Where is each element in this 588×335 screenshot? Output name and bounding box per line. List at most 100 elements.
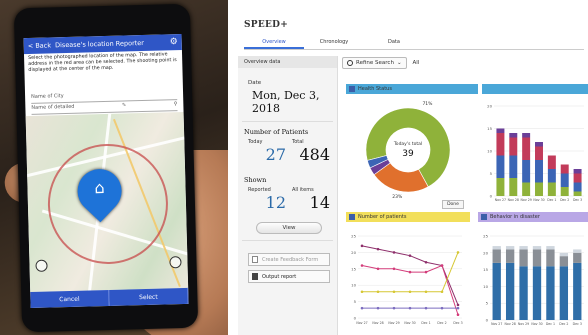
bar-segment bbox=[547, 169, 556, 183]
refine-search-dropdown[interactable]: Refine Search ⌄ bbox=[342, 57, 407, 69]
search-icon bbox=[347, 60, 353, 66]
date-value: Mon, Dec 3, 2018 bbox=[252, 89, 320, 115]
y-tick-label: 25 bbox=[483, 234, 488, 239]
gear-icon[interactable]: ⚙ bbox=[170, 37, 178, 47]
bar-segment bbox=[496, 133, 505, 156]
bar-segment bbox=[496, 128, 505, 133]
x-tick-label: Nov 30 bbox=[533, 198, 544, 202]
x-tick-label: Dec 3 bbox=[573, 198, 582, 202]
output-report-button[interactable]: Output report bbox=[248, 270, 330, 283]
bar-segment bbox=[509, 178, 518, 196]
bar-segment bbox=[573, 182, 582, 192]
shown-reported-value: 12 bbox=[265, 193, 286, 212]
patients-counts: Today 27 Total 484 bbox=[238, 139, 337, 164]
app-brand: SPEED+ bbox=[244, 20, 289, 30]
phone-description: Select the photographed location of the … bbox=[28, 52, 177, 73]
x-tick-label: Dec 2 bbox=[559, 322, 568, 326]
bar-segment bbox=[522, 137, 531, 160]
data-point bbox=[376, 267, 380, 271]
data-point bbox=[424, 290, 428, 294]
phone-screen: < Back Disease's location Reporter ⚙ Sel… bbox=[23, 33, 189, 309]
house-icon: ⌂ bbox=[94, 178, 105, 198]
x-tick-label: Nov 27 bbox=[495, 198, 506, 202]
bar-segment bbox=[559, 252, 569, 257]
create-feedback-button[interactable]: Create Feedback Form bbox=[248, 253, 330, 266]
done-button[interactable]: Done bbox=[442, 200, 464, 209]
smartphone: < Back Disease's location Reporter ⚙ Sel… bbox=[13, 3, 199, 333]
bar-segment bbox=[559, 266, 569, 320]
disorder-header: Behavior in disaster bbox=[478, 212, 588, 222]
patients-today-value: 27 bbox=[265, 145, 286, 164]
bar-segment bbox=[496, 155, 505, 178]
y-tick-label: 5 bbox=[354, 299, 357, 304]
pencil-icon[interactable]: ✎ bbox=[122, 102, 126, 111]
bar-segment bbox=[505, 249, 515, 263]
bar-segment bbox=[522, 182, 531, 196]
overview-title: Overview data bbox=[238, 56, 337, 68]
back-button[interactable]: < Back bbox=[28, 41, 51, 50]
patients-line-chart: 0 5 10 15 20 25 Nov 27 Nov 28 Nov 29 Nov 30 Dec 1 D… bbox=[351, 234, 462, 326]
data-point bbox=[392, 290, 396, 294]
donut-center-value: 39 bbox=[402, 149, 414, 159]
patients-line-title: Number of patients bbox=[358, 214, 407, 220]
composite-figure: < Back Disease's location Reporter ⚙ Sel… bbox=[0, 0, 588, 335]
disorder-title: Behavior in disaster bbox=[490, 214, 540, 220]
health-status-title: Health Status bbox=[358, 86, 392, 92]
cancel-button[interactable]: Cancel bbox=[30, 289, 110, 309]
x-tick-label: Dec 1 bbox=[421, 321, 430, 325]
x-tick-label: Dec 3 bbox=[453, 321, 462, 325]
bar-segment bbox=[522, 133, 531, 138]
slice-label: 23% bbox=[392, 194, 403, 200]
output-report-label: Output report bbox=[262, 273, 297, 280]
patients-section-title: Number of Patients bbox=[244, 128, 309, 136]
search-icon[interactable]: ⚲ bbox=[174, 101, 178, 110]
health-status-card: Health Status 71% 23% Today's total 39 Done bbox=[346, 84, 478, 209]
bar-segment bbox=[535, 182, 543, 196]
shown-all-value: 14 bbox=[309, 193, 330, 212]
bar-segment bbox=[547, 182, 556, 196]
bar-segment bbox=[560, 187, 569, 196]
patients-line-card: Number of patients 0 5 10 15 20 25 Nov 27 Nov 2… bbox=[346, 212, 470, 335]
data-point bbox=[360, 264, 364, 267]
y-tick-label: 20 bbox=[351, 250, 356, 255]
y-tick-label: 15 bbox=[483, 267, 488, 272]
x-tick-label: Nov 29 bbox=[518, 322, 529, 326]
filter-all-label: All bbox=[412, 60, 420, 66]
x-tick-label: Nov 27 bbox=[356, 321, 367, 325]
phone-header-title: Disease's location Reporter bbox=[54, 38, 145, 50]
view-button[interactable]: View bbox=[256, 222, 322, 234]
data-point bbox=[424, 306, 428, 310]
tab-data[interactable]: Data bbox=[364, 36, 424, 49]
x-tick-label: Dec 1 bbox=[546, 322, 555, 326]
y-tick-label: 10 bbox=[487, 149, 492, 154]
data-point bbox=[456, 251, 460, 254]
bar-segment bbox=[560, 164, 569, 174]
form-icon bbox=[252, 256, 258, 263]
patients-line-header: Number of patients bbox=[346, 212, 470, 222]
zoom-out-icon[interactable] bbox=[35, 259, 48, 272]
zoom-in-icon[interactable] bbox=[169, 256, 182, 269]
y-tick-label: 10 bbox=[351, 283, 356, 288]
shown-section-title: Shown bbox=[244, 176, 267, 184]
bar-segment bbox=[546, 266, 555, 320]
x-tick-label: Nov 30 bbox=[531, 322, 542, 326]
data-point bbox=[408, 306, 412, 310]
data-point bbox=[424, 270, 428, 274]
tab-overview[interactable]: Overview bbox=[244, 36, 304, 49]
data-point bbox=[456, 303, 460, 307]
y-tick-label: 10 bbox=[483, 284, 488, 289]
data-point bbox=[440, 264, 444, 267]
bar-segment bbox=[573, 173, 582, 183]
data-point bbox=[440, 306, 444, 310]
bar-segment bbox=[519, 246, 528, 250]
bar-segment bbox=[522, 160, 531, 183]
map-view[interactable]: ⌂ bbox=[25, 111, 189, 293]
y-tick-label: 5 bbox=[486, 301, 489, 306]
data-point bbox=[392, 267, 396, 271]
chart-icon bbox=[481, 214, 487, 220]
health-donut-chart: 71% 23% Today's total 39 bbox=[365, 101, 451, 200]
tab-chronology[interactable]: Chronology bbox=[304, 36, 364, 49]
bar-segment bbox=[559, 256, 569, 267]
select-button[interactable]: Select bbox=[109, 287, 189, 306]
data-point bbox=[408, 290, 412, 294]
